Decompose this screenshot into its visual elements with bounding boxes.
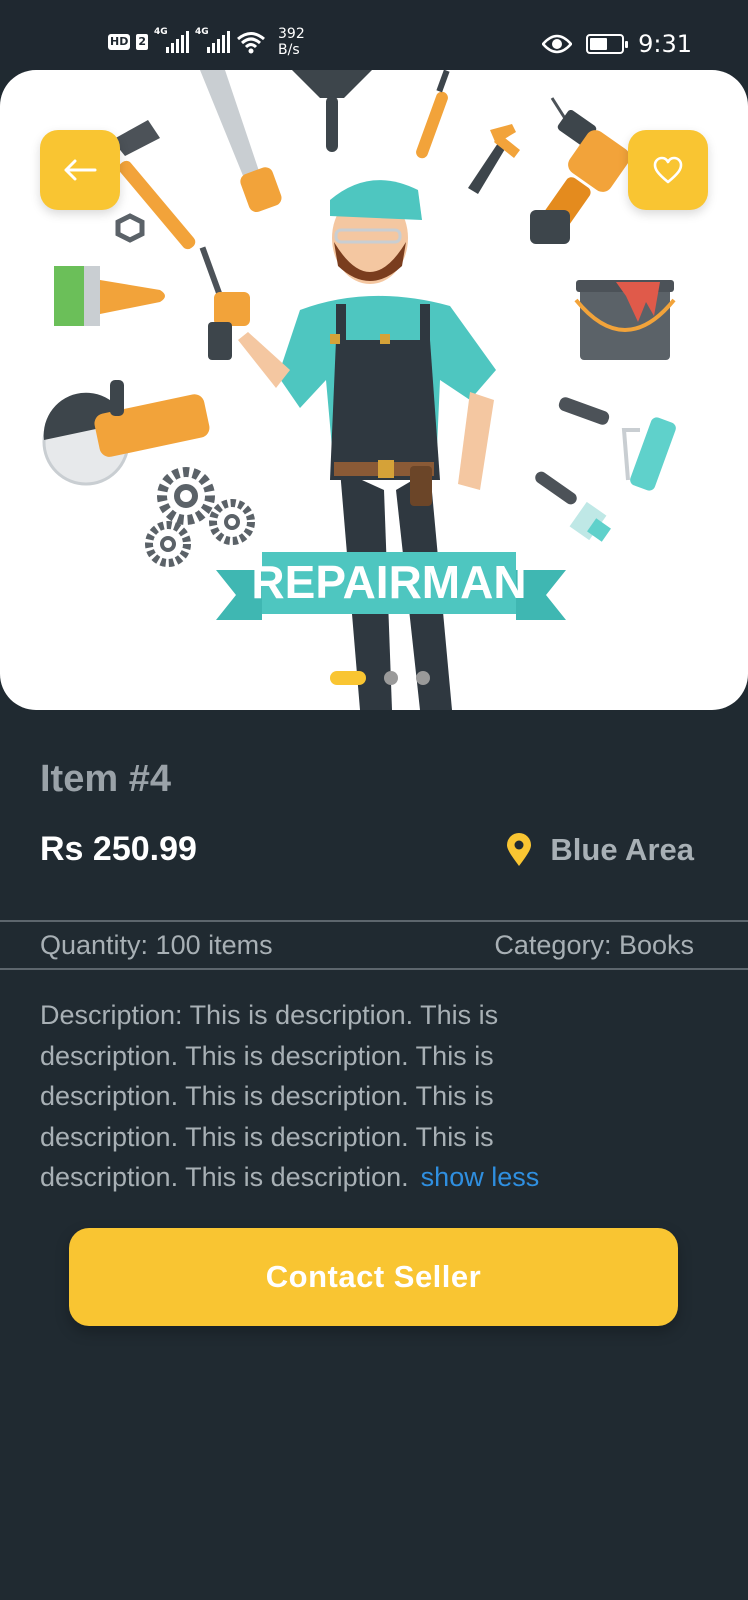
show-less-link[interactable]: show less	[421, 1162, 540, 1192]
arrow-left-icon	[64, 159, 97, 181]
paint-roller-icon	[558, 397, 676, 491]
signal-icon: 4G	[195, 27, 230, 53]
product-image-carousel[interactable]: REPAIRMAN	[0, 70, 748, 710]
repairman-figure	[199, 180, 496, 710]
paint-brush-icon	[54, 266, 165, 326]
status-right: 9:31	[542, 30, 692, 58]
carousel-dot[interactable]	[330, 671, 366, 685]
network-type-label: 4G	[154, 27, 168, 37]
description-line: description. This is description. This i…	[40, 1121, 494, 1152]
clock: 9:31	[638, 30, 692, 58]
back-button[interactable]	[40, 130, 120, 210]
description-line: description. This is description. This i…	[40, 1040, 494, 1071]
map-pin-icon	[507, 833, 532, 866]
nut-icon	[115, 213, 145, 243]
saw-icon	[200, 70, 282, 213]
speed-unit: B/s	[278, 42, 300, 58]
carousel-indicator	[0, 671, 748, 685]
gears-icon	[145, 467, 255, 567]
battery-icon	[586, 34, 629, 54]
small-brush-icon	[535, 471, 611, 542]
contact-seller-label: Contact Seller	[265, 1259, 482, 1294]
status-left: HD 2 4G 4G 392 B/s	[108, 26, 305, 58]
favorite-button[interactable]	[628, 130, 708, 210]
item-description: Description: This is description. This i…	[40, 995, 680, 1198]
screwdriver-icon	[416, 70, 450, 159]
eye-icon	[542, 34, 573, 54]
sim-badge: 2	[136, 34, 148, 50]
hammer-icon	[112, 120, 196, 250]
network-speed: 392 B/s	[278, 26, 305, 58]
hd-badge: HD	[108, 34, 131, 50]
item-location: Blue Area	[506, 832, 694, 868]
quantity-label: Quantity: 100 items	[40, 930, 273, 960]
signal-icon: 4G	[154, 27, 189, 53]
wifi-icon	[237, 32, 265, 54]
banner-text: REPAIRMAN	[251, 556, 526, 608]
description-line: description. This is description.	[40, 1162, 409, 1192]
carousel-dot[interactable]	[416, 671, 430, 685]
pliers-icon	[468, 124, 520, 194]
item-info-row: Quantity: 100 items Category: Books	[0, 920, 748, 970]
heart-outline-icon	[653, 156, 683, 184]
item-title: Item #4	[40, 758, 171, 800]
contact-seller-button[interactable]: Contact Seller	[69, 1228, 678, 1326]
status-bar: HD 2 4G 4G 392 B/s 9:31	[0, 0, 748, 70]
category-label: Category: Books	[494, 930, 694, 960]
network-type-label: 4G	[195, 27, 209, 37]
speed-value: 392	[278, 26, 305, 42]
description-line: Description: This is description. This i…	[40, 1000, 499, 1030]
scraper-icon	[292, 70, 372, 152]
paint-bucket-icon	[574, 280, 676, 360]
description-line: description. This is description. This i…	[40, 1081, 494, 1111]
carousel-dot[interactable]	[384, 671, 398, 685]
drill-icon	[530, 97, 630, 244]
item-price: Rs 250.99	[40, 830, 197, 868]
location-label: Blue Area	[550, 832, 694, 867]
repairman-banner: REPAIRMAN	[216, 552, 566, 620]
